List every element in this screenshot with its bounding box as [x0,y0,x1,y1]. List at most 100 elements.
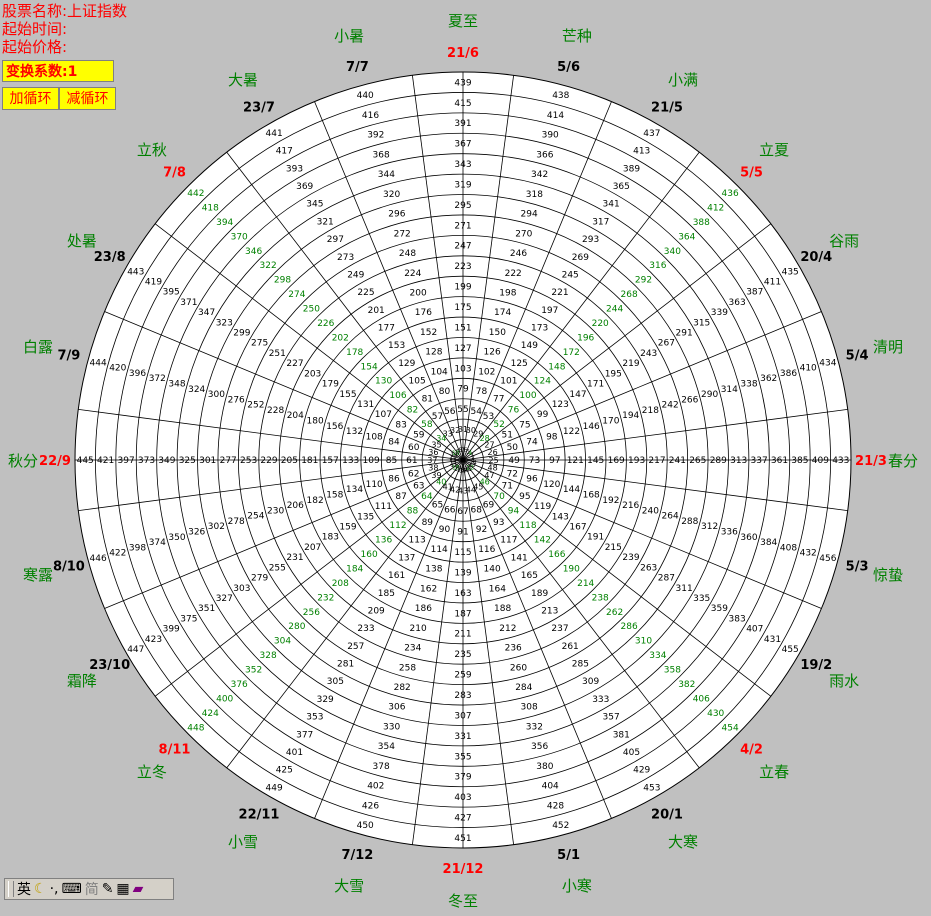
wheel-number: 340 [664,247,681,257]
wheel-number: 59 [413,431,425,441]
wheel-number: 151 [454,323,471,333]
wheel-number: 242 [662,401,679,411]
wheel-number: 104 [431,367,448,377]
wheel-number: 227 [286,359,303,369]
softkeyboard-icon[interactable]: ▦ [116,881,129,897]
wheel-number: 218 [642,406,659,416]
solar-term-label: 谷雨 [829,232,859,250]
wheel-number: 424 [202,709,219,719]
wheel-number: 101 [500,377,517,387]
wheel-number: 320 [383,190,400,200]
wheel-number: 226 [317,319,334,329]
wheel-number: 130 [375,377,392,387]
wheel-number: 361 [771,456,788,466]
wheel-number: 364 [678,232,695,242]
wheel-number: 116 [478,545,495,555]
wheel-number: 446 [90,554,107,564]
wheel-number: 117 [500,536,517,546]
wheel-number: 55 [457,405,468,415]
wheel-number: 337 [751,456,768,466]
wheel-number: 137 [398,553,415,563]
wheel-number: 228 [267,406,284,416]
wheel-number: 378 [373,762,390,772]
wheel-number: 187 [454,609,471,619]
wheel-number: 329 [317,695,334,705]
wheel-number: 396 [129,369,146,379]
wheel-number: 383 [729,614,746,624]
wheel-number: 394 [216,218,233,228]
wheel-number: 169 [608,456,625,466]
wheel-number: 200 [410,289,427,299]
solar-term-label: 小寒 [562,877,592,895]
wheel-number: 275 [251,339,268,349]
wheel-number: 179 [322,380,339,390]
wheel-number: 290 [701,390,718,400]
wheel-number: 420 [109,364,126,374]
wheel-number: 85 [386,456,397,466]
wheel-number: 96 [526,475,538,485]
wheel-number: 181 [301,456,318,466]
wheel-number: 384 [760,538,777,548]
date-label: 5/4 [846,348,869,363]
wheel-number: 131 [357,400,374,410]
keyboard-icon[interactable]: ⌨ [61,881,81,897]
punctuation-icon[interactable]: ·, [50,881,59,897]
wheel-number: 201 [368,306,385,316]
wheel-number: 164 [489,584,506,594]
wheel-number: 391 [454,119,471,129]
wheel-number: 431 [764,635,781,645]
wheel-number: 414 [547,111,564,121]
wheel-number: 115 [454,548,471,558]
wheel-number: 103 [454,364,471,374]
wheel-number: 148 [548,362,565,372]
wheel-number: 297 [327,235,344,245]
solar-term-label: 夏至 [448,12,478,30]
simplified-button[interactable]: 简 [85,879,99,899]
wheel-number: 243 [640,349,657,359]
wheel-number: 334 [649,651,666,661]
wheel-number: 49 [508,456,520,466]
wheel-number: 375 [180,614,197,624]
wheel-number: 253 [240,456,257,466]
wheel-number: 92 [476,525,487,535]
wheel-number: 400 [216,694,233,704]
wheel-number: 433 [832,456,849,466]
wheel-number: 419 [145,278,162,288]
wheel-number: 163 [454,589,471,599]
wheel-number: 428 [547,801,564,811]
wheel-number: 199 [454,283,471,293]
wheel-number: 217 [648,456,665,466]
wheel-number: 143 [552,512,569,522]
wheel-number: 282 [394,683,411,693]
wheel-number: 376 [231,680,248,690]
moon-icon[interactable]: ☾ [34,881,47,897]
wheel-number: 390 [542,131,559,141]
wheel-number: 310 [635,637,652,647]
wheel-number: 296 [388,210,405,220]
wheel-number: 61 [406,456,417,466]
wheel-number: 93 [493,518,504,528]
ime-english-button[interactable]: 英 [17,879,31,899]
wheel-number: 255 [269,563,286,573]
wheel-number: 374 [149,538,166,548]
wheel-number: 266 [681,395,698,405]
wheel-number: 432 [800,549,817,559]
solar-term-label: 秋分 [8,452,38,470]
wheel-number: 355 [454,752,471,762]
wheel-number: 284 [515,683,532,693]
wheel-number: 158 [326,491,343,501]
help-book-icon[interactable]: ▰ [133,881,144,897]
wheel-number: 456 [819,554,836,564]
wheel-number: 267 [658,339,675,349]
pen-icon[interactable]: ✎ [102,881,114,897]
wheel-number: 132 [346,427,363,437]
wheel-number: 171 [587,380,604,390]
wheel-number: 289 [710,456,727,466]
wheel-number: 305 [327,677,344,687]
wheel-number: 350 [168,533,185,543]
wheel-number: 331 [454,732,471,742]
wheel-number: 423 [145,635,162,645]
wheel-number: 76 [508,406,520,416]
wheel-number: 125 [511,359,528,369]
wheel-number: 306 [388,703,405,713]
